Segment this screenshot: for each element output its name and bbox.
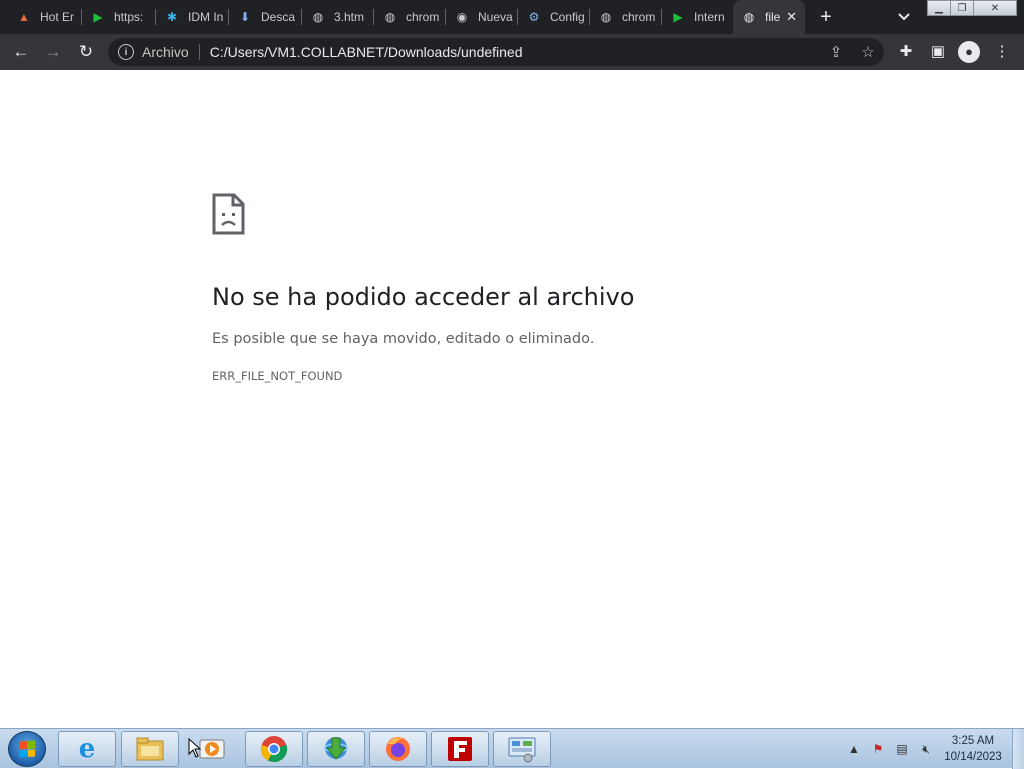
new-tab-button[interactable]: + bbox=[814, 5, 838, 29]
forward-button[interactable]: → bbox=[41, 40, 65, 64]
tab-strip: ▲ Hot Er ▶ https: ✱ IDM In ⬇ Desca ◍ 3.h… bbox=[0, 0, 1024, 34]
error-code: ERR_FILE_NOT_FOUND bbox=[212, 369, 343, 383]
taskbar-file-explorer[interactable] bbox=[121, 731, 179, 767]
action-center-flag-icon[interactable]: ⚑ bbox=[866, 742, 890, 756]
mouse-cursor-icon bbox=[188, 738, 202, 758]
tab-intern[interactable]: ▶ Intern bbox=[662, 0, 734, 34]
globe-icon: ◍ bbox=[384, 10, 396, 24]
tab-file-active[interactable]: ◍ file ✕ bbox=[733, 0, 805, 34]
close-tab-icon[interactable]: ✕ bbox=[786, 9, 797, 25]
download-icon: ⬇ bbox=[239, 10, 251, 24]
maximize-button[interactable]: ❐ bbox=[950, 0, 974, 16]
taskbar-chrome[interactable] bbox=[245, 731, 303, 767]
tab-title: Desca bbox=[261, 10, 296, 24]
globe-icon: ◍ bbox=[600, 10, 612, 24]
chrome-icon: ◉ bbox=[456, 10, 468, 24]
system-clock[interactable]: 3:25 AM 10/14/2023 bbox=[938, 733, 1008, 765]
tab-3htm[interactable]: ◍ 3.htm bbox=[302, 0, 374, 34]
tab-config[interactable]: ⚙ Config bbox=[518, 0, 590, 34]
taskbar-idm[interactable] bbox=[307, 731, 365, 767]
page-content: No se ha podido acceder al archivo Es po… bbox=[0, 70, 1024, 728]
back-button[interactable]: ← bbox=[9, 40, 33, 64]
security-chip[interactable]: Archivo bbox=[142, 44, 200, 60]
url-text[interactable]: C:/Users/VM1.COLLABNET/Downloads/undefin… bbox=[210, 44, 523, 60]
globe-icon: ◍ bbox=[312, 10, 324, 24]
tab-hot-er[interactable]: ▲ Hot Er bbox=[8, 0, 80, 34]
start-button[interactable] bbox=[8, 731, 46, 767]
tab-title: chrom bbox=[406, 10, 440, 24]
firefox-icon bbox=[386, 737, 410, 761]
menu-kebab-icon[interactable]: ⋮ bbox=[990, 40, 1014, 64]
taskbar-filezilla[interactable] bbox=[431, 731, 489, 767]
clock-date: 10/14/2023 bbox=[944, 751, 1002, 763]
tab-title: Nueva bbox=[478, 10, 513, 24]
info-icon[interactable]: i bbox=[118, 44, 134, 60]
network-icon[interactable]: ▤ bbox=[890, 742, 914, 756]
minimize-button[interactable]: ▁ bbox=[927, 0, 951, 16]
idm-icon: ✱ bbox=[166, 10, 178, 24]
system-tray: ▲ ⚑ ▤ 🔇︎ bbox=[842, 729, 938, 769]
reload-button[interactable]: ↻ bbox=[74, 40, 98, 64]
windows-taskbar: e ▲ ⚑ ▤ 🔇︎ 3:25 AM 10/14/2023 bbox=[0, 728, 1024, 769]
tab-descargas[interactable]: ⬇ Desca bbox=[229, 0, 301, 34]
tab-search-button[interactable] bbox=[894, 7, 914, 27]
taskbar-control-panel[interactable] bbox=[493, 731, 551, 767]
windows-logo-icon bbox=[19, 740, 35, 758]
tab-title: https: bbox=[114, 10, 144, 24]
tab-title: file bbox=[765, 10, 781, 24]
idm-icon bbox=[324, 737, 348, 760]
profile-avatar-icon[interactable]: ● bbox=[958, 41, 980, 63]
browser-toolbar: ← → ↻ i Archivo C:/Users/VM1.COLLABNET/D… bbox=[0, 34, 1024, 70]
internet-explorer-icon: e bbox=[78, 734, 96, 764]
side-panel-icon[interactable]: ▣ bbox=[926, 40, 950, 64]
error-title: No se ha podido acceder al archivo bbox=[212, 283, 635, 311]
close-window-button[interactable]: ✕ bbox=[973, 0, 1017, 16]
tab-title: 3.htm bbox=[334, 10, 365, 24]
tab-https[interactable]: ▶ https: bbox=[82, 0, 154, 34]
play-green-icon: ▶ bbox=[673, 10, 683, 24]
tab-idm[interactable]: ✱ IDM In bbox=[156, 0, 228, 34]
tab-title: Config bbox=[550, 10, 585, 24]
gear-icon: ⚙ bbox=[528, 10, 540, 24]
play-green-icon: ▶ bbox=[93, 10, 103, 24]
tab-title: Hot Er bbox=[40, 10, 75, 24]
window-controls: ▁ ❐ ✕ bbox=[927, 0, 1017, 17]
bookmark-star-icon[interactable]: ☆ bbox=[852, 43, 884, 61]
tab-nueva[interactable]: ◉ Nueva bbox=[446, 0, 518, 34]
extensions-puzzle-icon[interactable]: ✚ bbox=[894, 40, 918, 64]
filezilla-icon bbox=[448, 737, 472, 761]
show-hidden-icons-icon[interactable]: ▲ bbox=[842, 742, 866, 756]
sad-file-icon bbox=[212, 193, 245, 235]
tab-title: Intern bbox=[694, 10, 725, 24]
share-icon[interactable]: ⇪ bbox=[820, 43, 852, 61]
flame-icon: ▲ bbox=[18, 10, 30, 24]
tab-title: IDM In bbox=[188, 10, 224, 24]
chrome-icon bbox=[260, 736, 288, 763]
clock-time: 3:25 AM bbox=[951, 735, 995, 747]
file-explorer-icon bbox=[136, 737, 164, 761]
volume-muted-icon[interactable]: 🔇︎ bbox=[914, 742, 938, 757]
taskbar-internet-explorer[interactable]: e bbox=[58, 731, 116, 767]
tab-title: chrom bbox=[622, 10, 656, 24]
error-description: Es posible que se haya movido, editado o… bbox=[212, 331, 595, 347]
show-desktop-button[interactable] bbox=[1012, 729, 1024, 769]
tab-chrome-2[interactable]: ◍ chrom bbox=[590, 0, 662, 34]
omnibox-actions: ⇪ ☆ bbox=[820, 38, 884, 66]
control-panel-icon bbox=[508, 737, 536, 763]
tab-chrome-1[interactable]: ◍ chrom bbox=[374, 0, 446, 34]
taskbar-firefox[interactable] bbox=[369, 731, 427, 767]
chevron-down-icon bbox=[898, 13, 910, 21]
address-bar[interactable]: i Archivo C:/Users/VM1.COLLABNET/Downloa… bbox=[108, 38, 884, 66]
globe-icon: ◍ bbox=[743, 10, 755, 24]
